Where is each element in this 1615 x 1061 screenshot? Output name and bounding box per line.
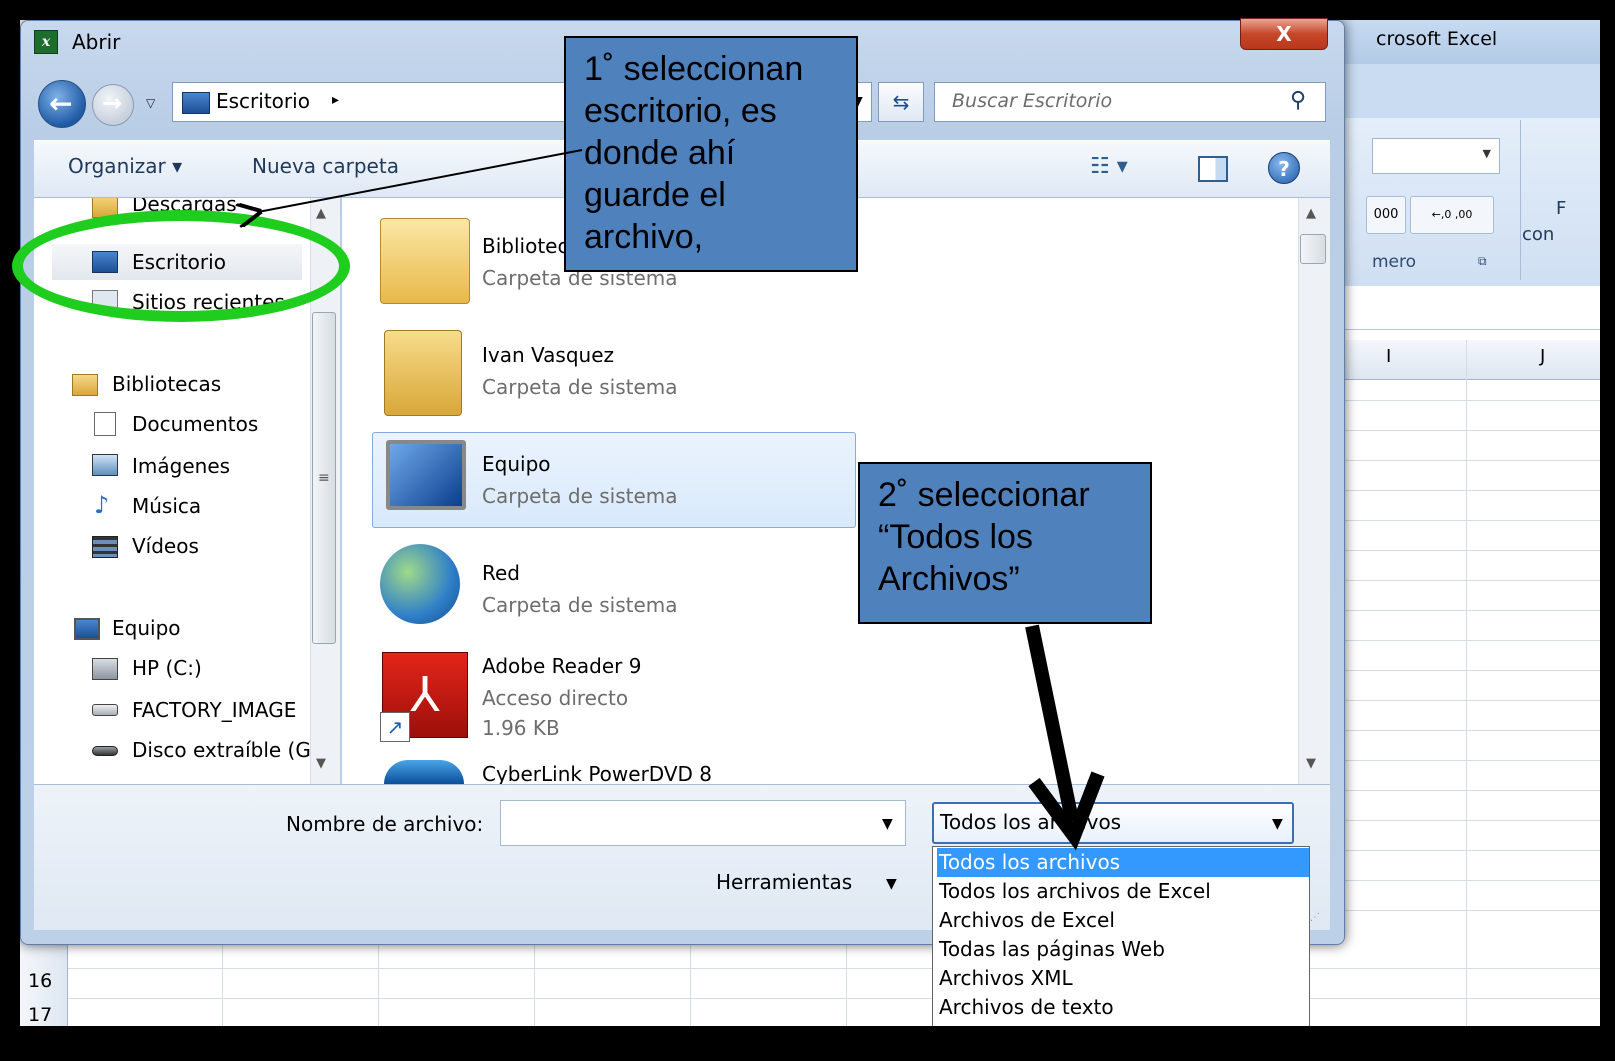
- arrow-to-desktop: [258, 149, 583, 212]
- frame-border: [1600, 0, 1615, 1061]
- annotation-arrows: [0, 149, 1105, 851]
- frame-border: [0, 1026, 1615, 1061]
